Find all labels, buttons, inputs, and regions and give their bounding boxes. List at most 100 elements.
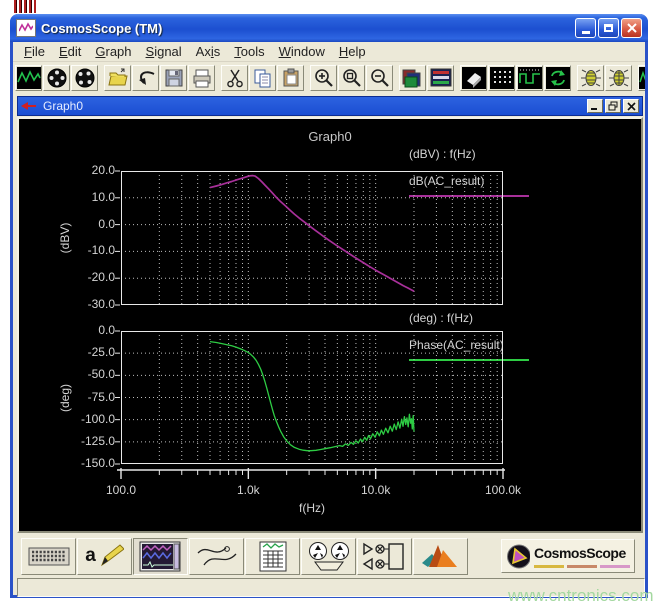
zoom-out-button[interactable] — [366, 65, 393, 91]
open-file-icon — [107, 68, 129, 88]
undo-button[interactable] — [132, 65, 159, 91]
graph-window-icon — [21, 101, 37, 111]
graph-minimize-button[interactable] — [587, 99, 603, 113]
layers-icon — [429, 67, 453, 89]
pinwheel-icon — [46, 68, 68, 88]
brand-label: CosmosScope — [534, 545, 626, 561]
redraw-icon — [546, 67, 570, 89]
menubar: FileEditGraphSignalAxisToolsWindowHelp — [13, 42, 645, 62]
open-file-button[interactable] — [104, 65, 131, 91]
y-tick-label: -100.0 — [61, 412, 115, 426]
y-tick-label: 20.0 — [61, 163, 115, 177]
menu-item-edit[interactable]: Edit — [52, 43, 88, 60]
screenshot-canvas: CosmosScope (TM) FileEditGraphSignalAxis… — [0, 0, 658, 616]
print-button[interactable] — [188, 65, 215, 91]
zoom-region-button[interactable] — [338, 65, 365, 91]
plot-panel: Graph0 (dBV) : f(Hz) dB(AC_result) (deg)… — [17, 117, 643, 533]
menu-item-file[interactable]: File — [17, 43, 52, 60]
y-tick-label: -150.0 — [61, 456, 115, 470]
save-button[interactable] — [160, 65, 187, 91]
oscilloscope-icon — [139, 541, 183, 572]
matlab-button[interactable] — [413, 538, 468, 575]
tape-reel-button[interactable] — [301, 538, 356, 575]
graph-close-button[interactable] — [623, 99, 639, 113]
frequency-axis — [121, 468, 503, 482]
measure-button[interactable] — [516, 65, 543, 91]
x-tick-label: 100.0 — [87, 483, 155, 497]
layers-button[interactable] — [427, 65, 454, 91]
phase-curve — [210, 342, 414, 451]
grid-icon — [490, 67, 514, 89]
magnitude-curve — [210, 176, 414, 292]
zoom-region-icon — [341, 68, 363, 88]
pinwheel-button-2[interactable] — [71, 65, 98, 91]
zoom-out-icon — [369, 68, 391, 88]
bug-icon — [580, 68, 602, 88]
waveform-button[interactable] — [15, 65, 42, 91]
cut-button[interactable] — [221, 65, 248, 91]
calculator-icon — [255, 541, 291, 572]
menu-item-window[interactable]: Window — [272, 43, 332, 60]
legend-bottom-header: (deg) : f(Hz) — [409, 311, 473, 325]
save-icon — [163, 68, 185, 88]
mixer-button[interactable] — [357, 538, 412, 575]
grid-button[interactable] — [488, 65, 515, 91]
y-tick-label: -10.0 — [61, 243, 115, 257]
menu-item-signal[interactable]: Signal — [139, 43, 189, 60]
y-tick-label: 10.0 — [61, 190, 115, 204]
zoom-in-button[interactable] — [310, 65, 337, 91]
menu-item-graph[interactable]: Graph — [88, 43, 138, 60]
eraser-button[interactable] — [460, 65, 487, 91]
paste-button[interactable] — [277, 65, 304, 91]
copy-icon — [252, 68, 274, 88]
graph-window-titlebar[interactable]: Graph0 — [17, 96, 643, 116]
close-icon — [627, 23, 637, 33]
graph-window-title: Graph0 — [43, 99, 585, 113]
titlebar[interactable]: CosmosScope (TM) — [10, 14, 648, 42]
close-button[interactable] — [621, 18, 642, 38]
bottom-toolbar: a CosmosScope — [13, 536, 645, 576]
graph-restore-button[interactable] — [605, 99, 621, 113]
main-window: CosmosScope (TM) FileEditGraphSignalAxis… — [10, 14, 648, 598]
close-icon — [627, 102, 636, 111]
cosmosscope-brand-button[interactable]: CosmosScope — [501, 539, 635, 573]
x-tick-label: 1.0k — [214, 483, 282, 497]
x-tick-label: 100.0k — [469, 483, 537, 497]
minimize-icon — [590, 102, 600, 111]
restore-icon — [608, 101, 619, 111]
y-tick-label: -20.0 — [61, 270, 115, 284]
paste-icon — [280, 68, 302, 88]
bug-prev-button[interactable] — [605, 65, 632, 91]
calculator-button[interactable] — [245, 538, 300, 575]
pinwheel-button-1[interactable] — [43, 65, 70, 91]
y-tick-label: 0.0 — [61, 217, 115, 231]
magnitude-chart — [121, 171, 503, 305]
window-controls — [575, 18, 642, 38]
mixer-icon — [361, 541, 409, 572]
copy-button[interactable] — [249, 65, 276, 91]
tape-reel-icon — [305, 541, 353, 572]
pinwheel-icon — [74, 68, 96, 88]
pencil-icon — [98, 543, 124, 569]
undo-icon — [135, 68, 157, 88]
y-tick-label: 0.0 — [61, 323, 115, 337]
watermark: www.cntronics.com — [508, 586, 653, 606]
keyboard-button[interactable] — [21, 538, 76, 575]
annotate-button[interactable]: a — [77, 538, 132, 575]
wave-zoom-icon — [639, 67, 645, 89]
wave-zoom-button[interactable] — [638, 65, 645, 91]
menu-item-help[interactable]: Help — [332, 43, 373, 60]
menu-item-axis[interactable]: Axis — [189, 43, 228, 60]
cascade-button[interactable] — [399, 65, 426, 91]
x-tick-label: 10.0k — [342, 483, 410, 497]
minimize-button[interactable] — [575, 18, 596, 38]
measure-icon — [518, 67, 542, 89]
redraw-button[interactable] — [544, 65, 571, 91]
menu-item-tools[interactable]: Tools — [227, 43, 271, 60]
probe-button[interactable] — [189, 538, 244, 575]
keyboard-icon — [26, 541, 72, 571]
maximize-button[interactable] — [598, 18, 619, 38]
cascade-icon — [401, 67, 425, 89]
oscilloscope-button[interactable] — [133, 538, 188, 575]
bug-next-button[interactable] — [577, 65, 604, 91]
